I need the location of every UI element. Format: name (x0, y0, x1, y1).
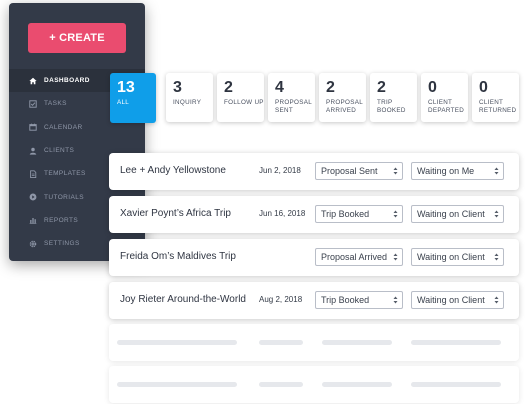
card-label: FOLLOW UP (224, 99, 264, 106)
select-arrows-icon (393, 296, 398, 304)
sidebar-item-label: DASHBOARD (44, 77, 90, 85)
select-arrows-icon (494, 296, 499, 304)
card-count: 2 (326, 79, 335, 96)
trip-name[interactable]: Joy Rieter Around-the-World (120, 294, 246, 305)
card-count: 0 (479, 79, 488, 96)
placeholder-bar (259, 340, 303, 345)
sidebar-item-label: TASKS (44, 100, 67, 108)
select-arrows-icon (393, 167, 398, 175)
placeholder-bar (411, 340, 501, 345)
status-card-proposal-sent[interactable]: 4 PROPOSAL SENT (268, 73, 315, 122)
calendar-icon (28, 123, 37, 132)
user-icon (28, 146, 37, 155)
card-count: 2 (377, 79, 386, 96)
create-button[interactable]: + CREATE (28, 23, 126, 53)
bar-chart-icon (28, 216, 37, 225)
card-label: CLIENT RETURNED (479, 99, 517, 114)
gear-icon (28, 239, 37, 248)
status-card-all[interactable]: 13 ALL (110, 73, 156, 123)
card-count: 2 (224, 79, 233, 96)
sidebar-item-label: CALENDAR (44, 123, 83, 131)
card-label: TRIP BOOKED (377, 99, 406, 114)
status-select[interactable]: Trip Booked (315, 205, 403, 223)
waiting-select[interactable]: Waiting on Client (411, 291, 504, 309)
home-icon (28, 76, 37, 85)
sidebar-item-label: TEMPLATES (44, 170, 86, 178)
status-card-inquiry[interactable]: 3 INQUIRY (166, 73, 213, 122)
play-icon (28, 193, 37, 202)
waiting-select[interactable]: Waiting on Client (411, 205, 504, 223)
card-label: INQUIRY (173, 99, 202, 106)
checkbox-icon (28, 99, 37, 108)
trip-name[interactable]: Freida Om’s Maldives Trip (120, 251, 236, 262)
placeholder-row (109, 366, 519, 403)
status-card-client-departed[interactable]: 0 CLIENT DEPARTED (421, 73, 468, 122)
placeholder-bar (117, 340, 237, 345)
trip-name[interactable]: Xavier Poynt’s Africa Trip (120, 208, 231, 219)
status-card-trip-booked[interactable]: 2 TRIP BOOKED (370, 73, 417, 122)
status-select[interactable]: Trip Booked (315, 291, 403, 309)
trip-date: Jun 2, 2018 (259, 166, 301, 175)
card-label: PROPOSAL SENT (275, 99, 313, 114)
trip-row[interactable]: Lee + Andy Yellowstone Jun 2, 2018 Propo… (109, 153, 519, 190)
sidebar-item-label: TUTORIALS (44, 193, 84, 201)
card-label: ALL (117, 99, 130, 106)
sidebar-item-label: REPORTS (44, 216, 79, 224)
placeholder-bar (322, 340, 392, 345)
placeholder-bar (322, 382, 392, 387)
document-icon (28, 169, 37, 178)
card-count: 13 (117, 79, 135, 96)
card-label: CLIENT DEPARTED (428, 99, 465, 114)
select-arrows-icon (393, 253, 398, 261)
card-count: 4 (275, 79, 284, 96)
status-card-follow-up[interactable]: 2 FOLLOW UP (217, 73, 264, 122)
waiting-select[interactable]: Waiting on Client (411, 248, 504, 266)
trip-row[interactable]: Xavier Poynt’s Africa Trip Jun 16, 2018 … (109, 196, 519, 233)
card-count: 0 (428, 79, 437, 96)
placeholder-row (109, 324, 519, 361)
placeholder-bar (117, 382, 237, 387)
sidebar-item-label: CLIENTS (44, 147, 75, 155)
select-arrows-icon (393, 210, 398, 218)
select-arrows-icon (494, 167, 499, 175)
trip-date: Jun 16, 2018 (259, 209, 306, 218)
trip-date: Aug 2, 2018 (259, 295, 303, 304)
placeholder-bar (259, 382, 303, 387)
trip-row[interactable]: Freida Om’s Maldives Trip Proposal Arriv… (109, 239, 519, 276)
placeholder-bar (411, 382, 501, 387)
card-label: PROPOSAL ARRIVED (326, 99, 364, 114)
card-count: 3 (173, 79, 182, 96)
sidebar-item-label: SETTINGS (44, 240, 80, 248)
status-select[interactable]: Proposal Sent (315, 162, 403, 180)
status-card-proposal-arrived[interactable]: 2 PROPOSAL ARRIVED (319, 73, 366, 122)
select-arrows-icon (494, 253, 499, 261)
trip-row[interactable]: Joy Rieter Around-the-World Aug 2, 2018 … (109, 282, 519, 319)
status-card-client-returned[interactable]: 0 CLIENT RETURNED (472, 73, 519, 122)
status-select[interactable]: Proposal Arrived (315, 248, 403, 266)
select-arrows-icon (494, 210, 499, 218)
trip-name[interactable]: Lee + Andy Yellowstone (120, 165, 226, 176)
waiting-select[interactable]: Waiting on Me (411, 162, 504, 180)
